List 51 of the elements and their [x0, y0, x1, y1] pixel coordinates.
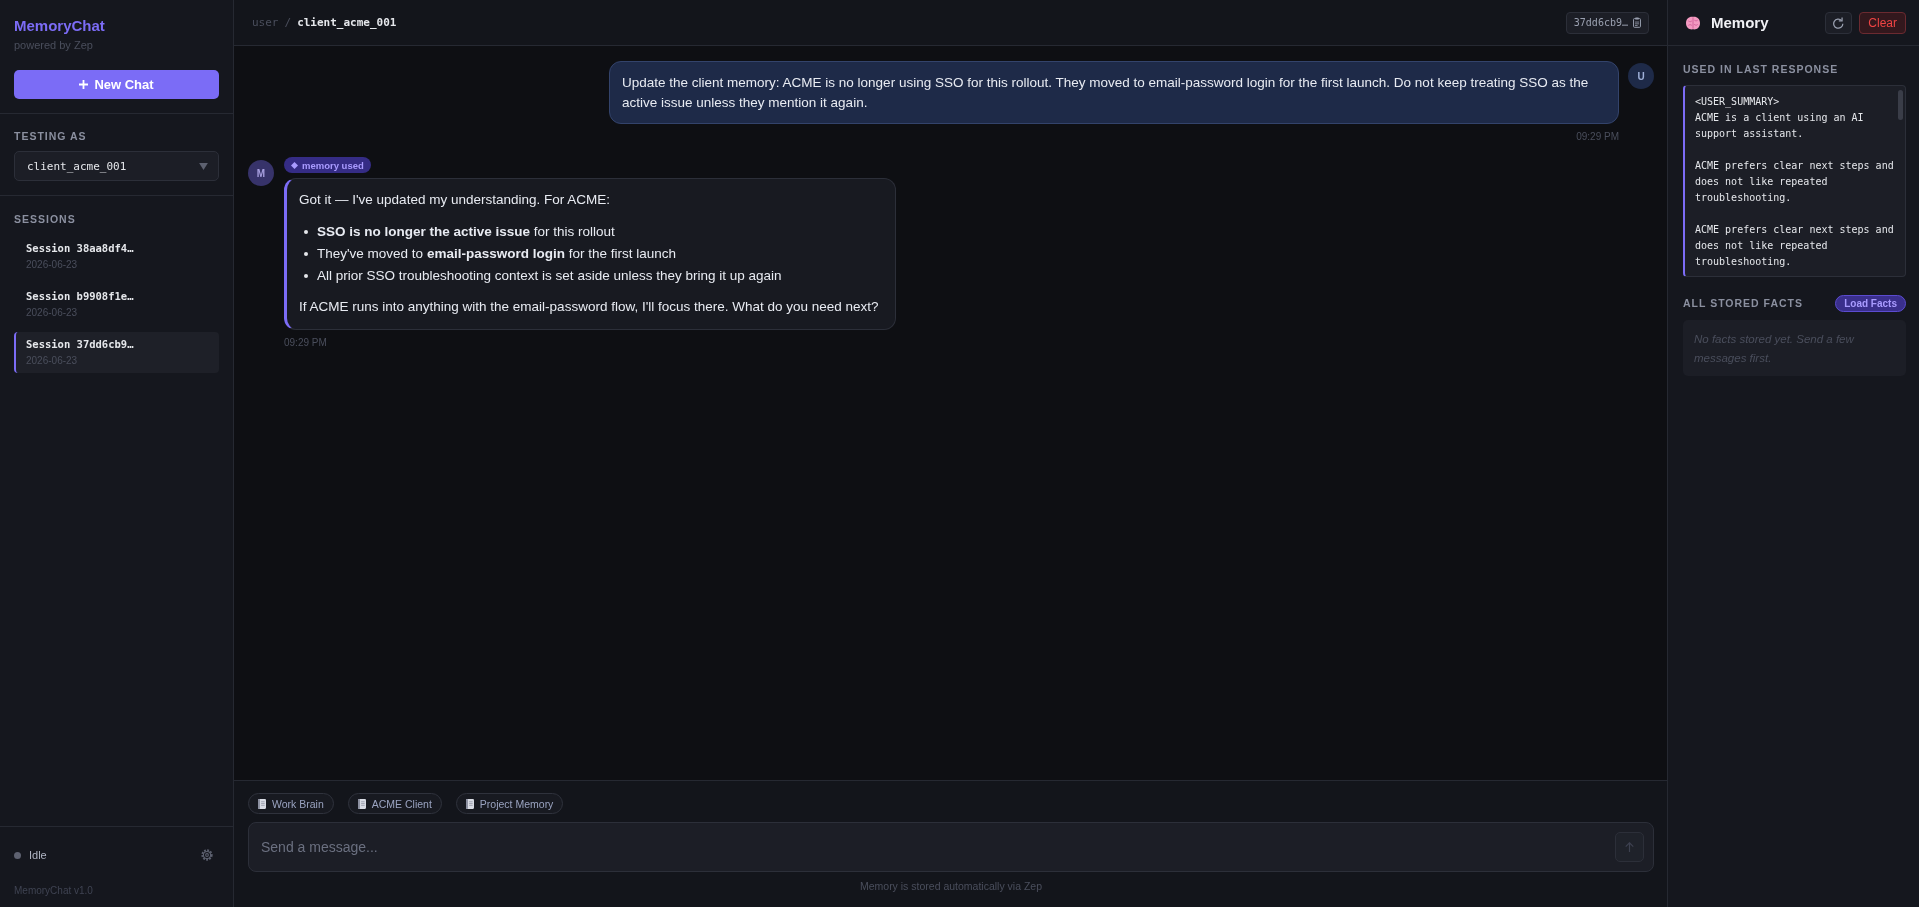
composer-footnote: Memory is stored automatically via Zep	[858, 880, 1044, 893]
list-item-text: All prior SSO troubleshooting context is set aside unless they bring it up again	[317, 266, 782, 285]
section-label: USED IN LAST RESPONSE	[1683, 63, 1839, 76]
notebook-icon	[465, 798, 474, 809]
section-label: ALL STORED FACTS	[1683, 297, 1804, 310]
user-select[interactable]: client_acme_001	[14, 151, 219, 181]
notebook-icon	[258, 798, 266, 809]
bullet-icon	[304, 273, 308, 278]
message-time: 09:29 PM	[284, 335, 327, 349]
list-item-text: They've moved to email-password login for the first launch	[317, 244, 676, 263]
status-label: Idle	[29, 849, 47, 861]
clear-button[interactable]: Clear	[1859, 11, 1906, 34]
load-facts-button[interactable]: Load Facts	[1835, 295, 1906, 312]
refresh-icon	[1833, 16, 1845, 29]
session-id-badge[interactable]: 37dd6cb9…	[1565, 11, 1649, 34]
message-time: 09:29 PM	[1576, 130, 1619, 144]
assistant-avatar: M	[248, 160, 274, 187]
clipboard-icon	[1633, 17, 1641, 28]
memory-chip[interactable]: Project Memory	[455, 793, 564, 814]
memory-summary-text: <USER_SUMMARY> ACME is a client using an AI support assistant. ACME prefers clear next steps and does not like repeated troubleshooting. ACME prefers clear next steps and does not like repeated troubleshooting.	[1695, 95, 1895, 269]
plus-icon	[79, 80, 89, 89]
message-input[interactable]: Send a message...	[248, 822, 1654, 872]
notebook-icon	[357, 798, 366, 809]
section-label: TESTING AS	[14, 130, 87, 143]
app-tagline: powered by Zep	[14, 38, 93, 52]
breadcrumb-user-id: client_acme_001	[297, 16, 397, 29]
bullet-icon	[304, 251, 308, 256]
new-chat-button[interactable]: New Chat	[14, 70, 219, 99]
diamond-icon	[291, 161, 298, 169]
memory-chip[interactable]: ACME Client	[347, 793, 442, 814]
list-item-text: SSO is no longer the active issue for this rollout	[317, 222, 615, 241]
breadcrumb-separator: /	[284, 16, 292, 29]
refresh-button[interactable]	[1825, 11, 1853, 34]
message-text: Update the client memory: ACME is no longer using SSO for this rollout. They moved to email-password login for the first launch. Do not keep treating SSO as the active issue unless they mention it again.	[622, 74, 1590, 112]
status-dot-icon	[14, 851, 21, 859]
settings-icon[interactable]	[201, 849, 213, 861]
panel-title: Memory	[1711, 14, 1769, 31]
brain-icon	[1685, 15, 1701, 30]
session-item[interactable]: Session b9908f1e… 2026-06-23	[14, 284, 219, 325]
section-label: SESSIONS	[14, 213, 76, 226]
message-text: Got it — I've updated my understanding. For ACME:	[299, 191, 611, 210]
message-text: If ACME runs into anything with the email-password flow, I'll focus there. What do you need next?	[299, 298, 879, 317]
caret-icon	[199, 162, 208, 170]
bullet-icon	[304, 229, 308, 234]
memory-chip[interactable]: Work Brain	[248, 793, 334, 814]
user-avatar: U	[1628, 63, 1654, 89]
app-title: MemoryChat	[14, 17, 105, 35]
scrollbar-thumb[interactable]	[1898, 90, 1903, 120]
session-item[interactable]: Session 38aa8df4… 2026-06-23	[14, 236, 219, 277]
memory-used-label: memory used	[302, 159, 364, 171]
arrow-up-icon	[1625, 842, 1634, 852]
